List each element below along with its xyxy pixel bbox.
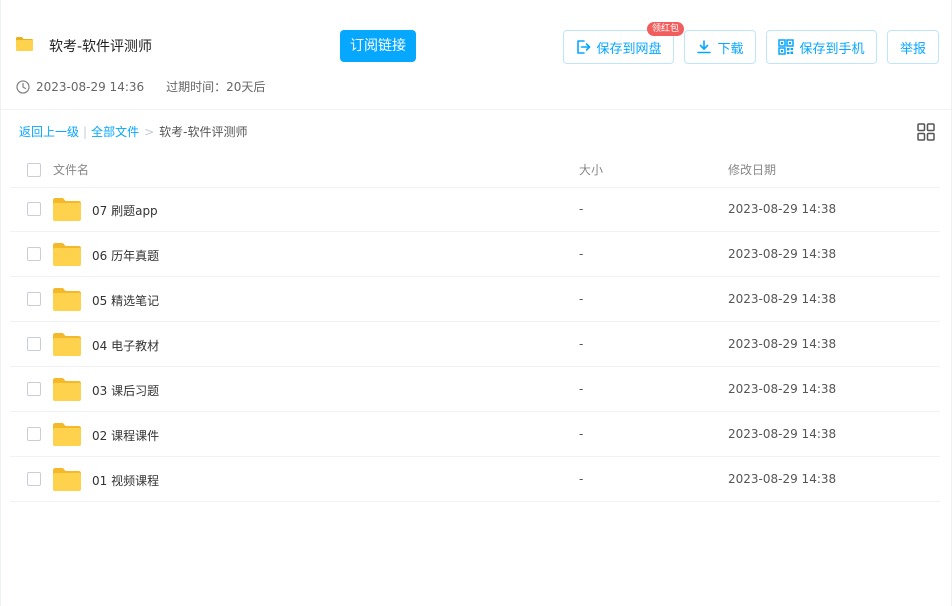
folder-icon <box>53 198 81 221</box>
file-name[interactable]: 04 电子教材 <box>92 337 159 354</box>
breadcrumb-back[interactable]: 返回上一级 <box>19 123 79 140</box>
save-export-icon <box>577 40 591 54</box>
subscribe-link-button[interactable]: 订阅链接 <box>340 30 416 62</box>
table-row[interactable]: 06 历年真题 - 2023-08-29 14:38 <box>10 232 940 277</box>
file-size: - <box>579 382 584 396</box>
file-name[interactable]: 03 课后习题 <box>92 382 159 399</box>
row-checkbox[interactable] <box>27 382 41 396</box>
row-checkbox[interactable] <box>27 292 41 306</box>
file-modified-date: 2023-08-29 14:38 <box>728 292 837 306</box>
table-row[interactable]: 03 课后习题 - 2023-08-29 14:38 <box>10 367 940 412</box>
share-meta: 2023-08-29 14:36 过期时间：20天后 <box>16 78 265 95</box>
table-row[interactable]: 05 精选笔记 - 2023-08-29 14:38 <box>10 277 940 322</box>
row-checkbox[interactable] <box>27 247 41 261</box>
save-to-phone-label: 保存到手机 <box>799 41 865 57</box>
file-size: - <box>579 337 584 351</box>
save-to-phone-button[interactable]: 保存到手机 <box>766 30 877 64</box>
file-modified-date: 2023-08-29 14:38 <box>728 472 837 486</box>
page-title: 软考-软件评测师 <box>49 39 153 55</box>
file-modified-date: 2023-08-29 14:38 <box>728 382 837 396</box>
download-label: 下载 <box>717 41 744 57</box>
file-name[interactable]: 02 课程课件 <box>92 427 159 444</box>
breadcrumb-current: 软考-软件评测师 <box>159 125 248 139</box>
breadcrumb: 返回上一级 | 全部文件 > 软考-软件评测师 <box>19 123 247 140</box>
select-all-checkbox[interactable] <box>27 163 41 177</box>
file-name[interactable]: 05 精选笔记 <box>92 292 159 309</box>
report-button[interactable]: 举报 <box>887 30 939 64</box>
file-modified-date: 2023-08-29 14:38 <box>728 427 837 441</box>
file-name[interactable]: 01 视频课程 <box>92 472 159 489</box>
row-checkbox[interactable] <box>27 202 41 216</box>
folder-icon <box>53 288 81 311</box>
table-row[interactable]: 04 电子教材 - 2023-08-29 14:38 <box>10 322 940 367</box>
file-name[interactable]: 06 历年真题 <box>92 247 159 264</box>
grid-view-icon[interactable] <box>917 123 935 141</box>
file-size: - <box>579 202 584 216</box>
row-checkbox[interactable] <box>27 472 41 486</box>
file-name[interactable]: 07 刷题app <box>92 202 158 219</box>
download-button[interactable]: 下载 <box>684 30 756 64</box>
table-row[interactable]: 01 视频课程 - 2023-08-29 14:38 <box>10 457 940 502</box>
file-modified-date: 2023-08-29 14:38 <box>728 337 837 351</box>
folder-icon <box>53 378 81 401</box>
expire-time: 过期时间：20天后 <box>166 80 266 94</box>
share-date: 2023-08-29 14:36 <box>36 79 145 94</box>
folder-icon <box>16 37 33 51</box>
column-header-size[interactable]: 大小 <box>579 161 603 178</box>
breadcrumb-divider: | <box>83 124 88 139</box>
folder-icon <box>53 243 81 266</box>
clock-icon <box>16 79 30 94</box>
file-modified-date: 2023-08-29 14:38 <box>728 247 837 261</box>
breadcrumb-separator: > <box>144 124 155 139</box>
column-header-date[interactable]: 修改日期 <box>728 161 776 178</box>
table-header: 文件名 大小 修改日期 <box>10 150 940 188</box>
qr-code-icon <box>778 39 795 55</box>
file-size: - <box>579 292 584 306</box>
file-size: - <box>579 472 584 486</box>
folder-icon <box>53 468 81 491</box>
folder-icon <box>53 423 81 446</box>
file-size: - <box>579 427 584 441</box>
table-row[interactable]: 07 刷题app - 2023-08-29 14:38 <box>10 187 940 232</box>
file-modified-date: 2023-08-29 14:38 <box>728 202 837 216</box>
download-icon <box>697 40 712 54</box>
share-header: 软考-软件评测师 订阅链接 保存到网盘 领红包 下载 保存到手机 举报 2023… <box>0 0 952 110</box>
file-size: - <box>579 247 584 261</box>
column-header-name[interactable]: 文件名 <box>53 161 89 178</box>
save-to-cloud-label: 保存到网盘 <box>596 41 662 57</box>
folder-icon <box>53 333 81 356</box>
breadcrumb-all-files[interactable]: 全部文件 <box>91 123 139 140</box>
red-packet-badge: 领红包 <box>647 22 685 36</box>
table-row[interactable]: 02 课程课件 - 2023-08-29 14:38 <box>10 412 940 457</box>
row-checkbox[interactable] <box>27 427 41 441</box>
row-checkbox[interactable] <box>27 337 41 351</box>
